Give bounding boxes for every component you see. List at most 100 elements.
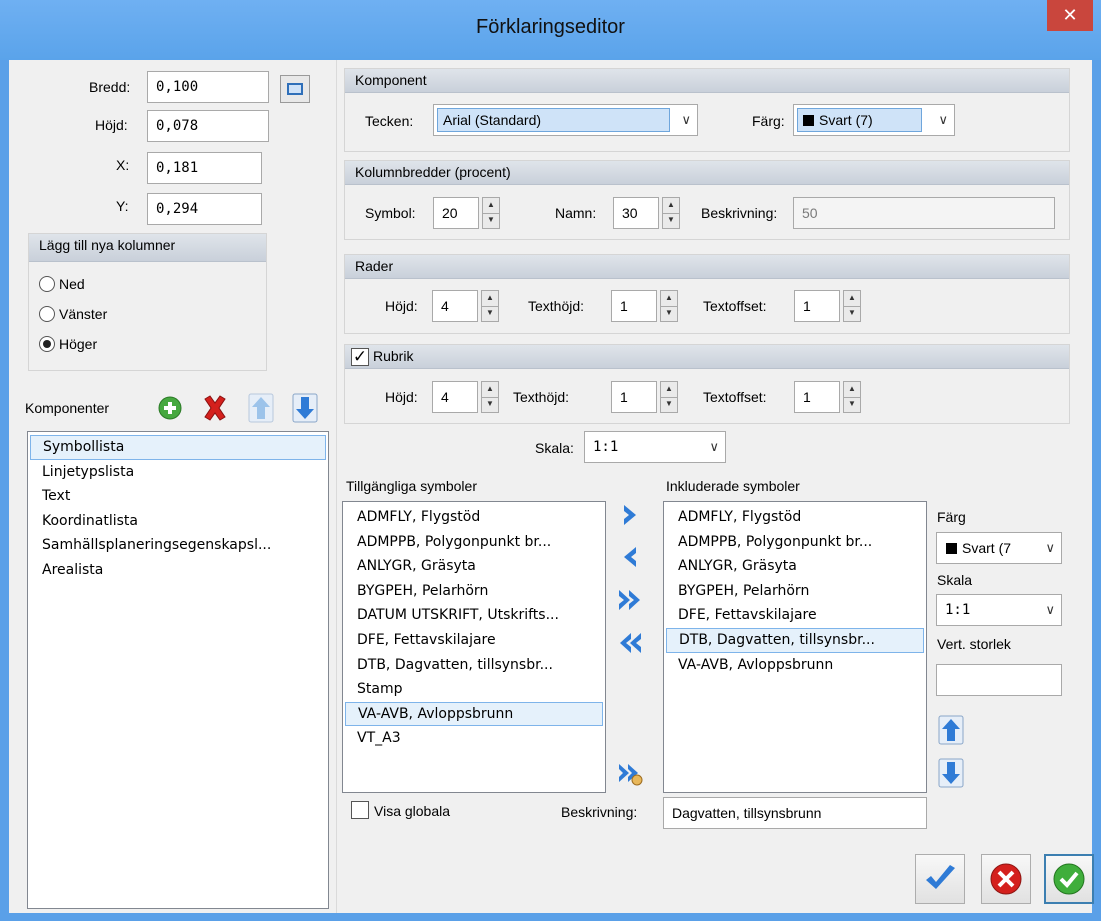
component-item[interactable]: Samhällsplaneringsegenskapsl... — [30, 533, 326, 558]
move-symbol-up-button[interactable] — [938, 715, 964, 745]
row-height-label: Höjd: — [385, 298, 418, 314]
color-swatch — [803, 115, 814, 126]
symbol-width-spinner[interactable] — [482, 197, 500, 229]
chevron-down-icon: ∨ — [681, 112, 691, 127]
arrow-up-icon — [938, 715, 964, 745]
included-title: Inkluderade symboler — [666, 478, 800, 494]
available-item[interactable]: DTB, Dagvatten, tillsynsbr... — [345, 653, 603, 678]
row-height-spinner[interactable] — [481, 290, 499, 322]
symbol-width-field[interactable]: 20 — [433, 197, 479, 229]
move-selected-button[interactable] — [617, 758, 643, 788]
font-select[interactable]: Arial (Standard) ∨ — [433, 104, 698, 136]
scale-select[interactable]: 1:1 ∨ — [584, 431, 726, 463]
y-label: Y: — [116, 198, 129, 214]
radio-down[interactable] — [39, 276, 55, 292]
move-symbol-down-button[interactable] — [938, 758, 964, 788]
row-text-height-spinner[interactable] — [660, 290, 678, 322]
available-item[interactable]: Stamp — [345, 677, 603, 702]
move-left-button[interactable] — [617, 542, 643, 572]
checkmark-icon — [926, 865, 955, 889]
ok-button[interactable] — [915, 854, 965, 904]
rows-header: Rader — [345, 255, 1069, 279]
available-item[interactable]: ADMPPB, Polygonpunkt br... — [345, 530, 603, 555]
color-value-box: Svart (7) — [797, 108, 922, 132]
description-field[interactable]: Dagvatten, tillsynsbrunn — [663, 797, 927, 829]
width-field[interactable]: 0,100 — [147, 71, 269, 103]
symbol-color-select[interactable]: Svart (7 ∨ — [936, 532, 1062, 564]
chevron-down-icon: ∨ — [709, 439, 719, 454]
available-item[interactable]: VT_A3 — [345, 726, 603, 751]
header-header: ✓ Rubrik — [345, 345, 1069, 369]
move-up-component-button[interactable] — [248, 393, 274, 423]
row-height-field[interactable]: 4 — [432, 290, 478, 322]
move-all-right-button[interactable] — [617, 585, 643, 615]
component-item[interactable]: Text — [30, 484, 326, 509]
row-text-height-field[interactable]: 1 — [611, 290, 657, 322]
y-field[interactable]: 0,294 — [147, 193, 262, 225]
color-select[interactable]: Svart (7) ∨ — [793, 104, 955, 136]
desc-width-label: Beskrivning: — [701, 205, 778, 221]
radio-right[interactable] — [39, 336, 55, 352]
font-label: Tecken: — [365, 113, 414, 129]
header-text-offset-field[interactable]: 1 — [794, 381, 840, 413]
vert-size-field[interactable] — [936, 664, 1062, 696]
components-list[interactable]: Symbollista Linjetypslista Text Koordina… — [27, 431, 329, 909]
header-text-height-field[interactable]: 1 — [611, 381, 657, 413]
height-field[interactable]: 0,078 — [147, 110, 269, 142]
component-item[interactable]: Linjetypslista — [30, 460, 326, 485]
row-text-offset-field[interactable]: 1 — [794, 290, 840, 322]
x-field[interactable]: 0,181 — [147, 152, 262, 184]
available-item[interactable]: VA-AVB, Avloppsbrunn — [345, 701, 603, 727]
title-bar[interactable]: Förklaringseditor ✕ — [0, 0, 1101, 60]
available-item[interactable]: DFE, Fettavskilajare — [345, 628, 603, 653]
header-height-spinner[interactable] — [481, 381, 499, 413]
cancel-button[interactable] — [981, 854, 1031, 904]
component-item[interactable]: Koordinatlista — [30, 509, 326, 534]
available-item[interactable]: ADMFLY, Flygstöd — [345, 505, 603, 530]
close-button[interactable]: ✕ — [1047, 0, 1093, 31]
included-item[interactable]: DTB, Dagvatten, tillsynsbr... — [666, 627, 924, 653]
available-item[interactable]: DATUM UTSKRIFT, Utskrifts... — [345, 603, 603, 628]
included-item[interactable]: BYGPEH, Pelarhörn — [666, 579, 924, 604]
arrow-up-icon — [248, 393, 274, 423]
symbol-color-swatch — [946, 543, 957, 554]
chevron-down-icon: ∨ — [1045, 602, 1055, 617]
available-item[interactable]: BYGPEH, Pelarhörn — [345, 579, 603, 604]
included-item[interactable]: ADMPPB, Polygonpunkt br... — [666, 530, 924, 555]
included-item[interactable]: VA-AVB, Avloppsbrunn — [666, 653, 924, 678]
radio-left[interactable] — [39, 306, 55, 322]
apply-button[interactable] — [1044, 854, 1094, 904]
name-width-field[interactable]: 30 — [613, 197, 659, 229]
header-text-offset-spinner[interactable] — [843, 381, 861, 413]
cancel-icon — [990, 863, 1022, 895]
show-global-checkbox[interactable] — [351, 801, 369, 819]
available-title: Tillgängliga symboler — [346, 478, 477, 494]
component-item[interactable]: Arealista — [30, 558, 326, 583]
header-height-field[interactable]: 4 — [432, 381, 478, 413]
included-item[interactable]: ADMFLY, Flygstöd — [666, 505, 924, 530]
included-item[interactable]: DFE, Fettavskilajare — [666, 603, 924, 628]
radio-right-label: Höger — [59, 336, 98, 352]
available-list[interactable]: ADMFLY, Flygstöd ADMPPB, Polygonpunkt br… — [342, 501, 606, 793]
move-right-button[interactable] — [617, 500, 643, 530]
symbol-scale-select[interactable]: 1:1 ∨ — [936, 594, 1062, 626]
delete-icon — [204, 395, 226, 421]
header-text-height-spinner[interactable] — [660, 381, 678, 413]
font-value: Arial (Standard) — [437, 108, 670, 132]
move-down-component-button[interactable] — [292, 393, 318, 423]
available-item[interactable]: ANLYGR, Gräsyta — [345, 554, 603, 579]
show-global-label: Visa globala — [374, 803, 451, 819]
pick-size-button[interactable] — [280, 75, 310, 103]
delete-component-button[interactable] — [202, 393, 228, 423]
add-component-button[interactable] — [157, 393, 183, 423]
transfer-icon — [619, 764, 643, 786]
name-width-spinner[interactable] — [662, 197, 680, 229]
move-all-left-button[interactable] — [617, 628, 643, 658]
row-text-offset-spinner[interactable] — [843, 290, 861, 322]
symbol-scale-value: 1:1 — [945, 602, 971, 618]
header-checkbox[interactable]: ✓ — [351, 348, 369, 366]
x-label: X: — [116, 157, 130, 173]
included-list[interactable]: ADMFLY, Flygstöd ADMPPB, Polygonpunkt br… — [663, 501, 927, 793]
component-item[interactable]: Symbollista — [30, 435, 326, 460]
included-item[interactable]: ANLYGR, Gräsyta — [666, 554, 924, 579]
